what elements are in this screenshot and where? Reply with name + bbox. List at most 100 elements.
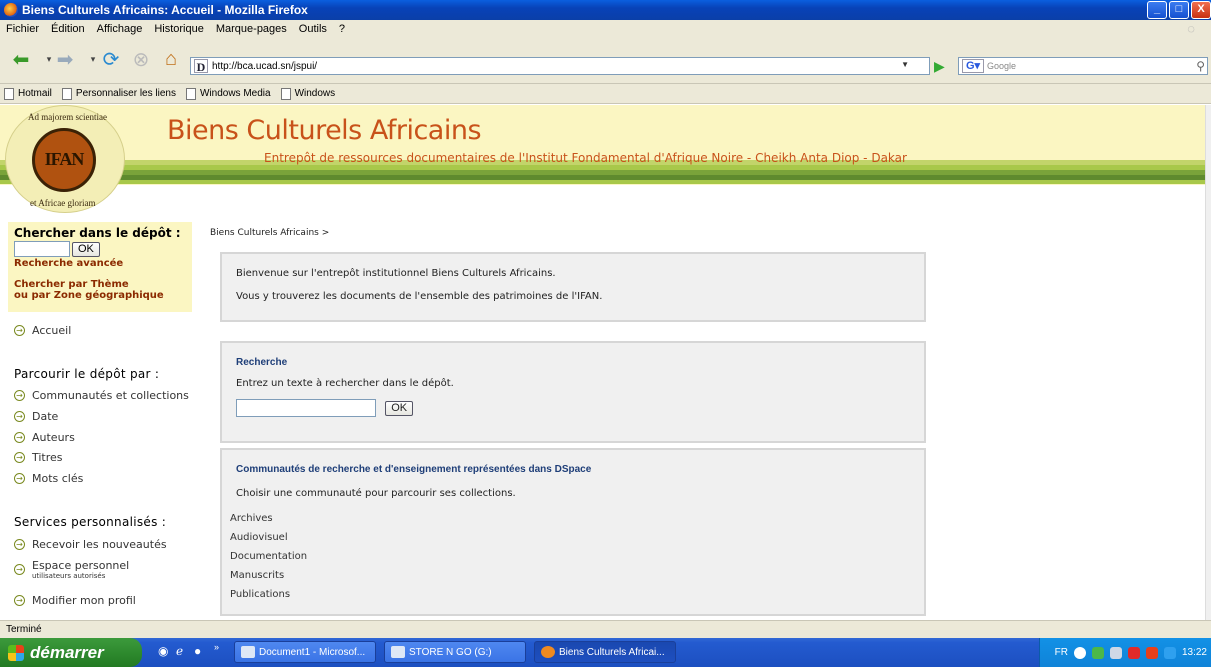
community-archives[interactable]: Archives (230, 509, 910, 528)
maximize-button[interactable]: □ (1169, 1, 1189, 19)
stop-icon[interactable]: ⊗ (128, 46, 154, 72)
windows-logo-icon (8, 644, 24, 661)
sidebar-item-label: Auteurs (32, 431, 75, 444)
google-engine-icon[interactable]: G▾ (962, 59, 984, 73)
menu-marque-pages[interactable]: Marque-pages (216, 23, 287, 35)
window-controls: _ □ X (1147, 1, 1211, 19)
sidebar-item-label: Titres (32, 451, 63, 464)
sidebar-item-profil[interactable]: → Modifier mon profil (14, 594, 136, 607)
task-document1[interactable]: Document1 - Microsof... (234, 641, 376, 663)
theme-search-line1: Chercher par Thème (14, 279, 129, 290)
quicklaunch-firefox-icon[interactable]: ● (194, 644, 201, 658)
bookmarks-bar: Hotmail Personnaliser les liens Windows … (0, 84, 1211, 104)
menu-edition[interactable]: Édition (51, 23, 85, 35)
search-placeholder: Google (987, 61, 1017, 71)
main-search-button[interactable]: OK (385, 400, 414, 416)
breadcrumb[interactable]: Biens Culturels Africains > (210, 228, 329, 238)
task-firefox[interactable]: Biens Culturels Africai... (534, 641, 676, 663)
sidebar-item-espace-personnel[interactable]: → Espace personnel utilisateurs autorisé… (14, 559, 129, 580)
tray-network-icon[interactable] (1091, 646, 1104, 659)
sidebar-item-nouveautes[interactable]: → Recevoir les nouveautés (14, 538, 167, 551)
advanced-search-link[interactable]: Recherche avancée (14, 258, 186, 269)
sidebar-item-label: Espace personnel (32, 559, 130, 572)
search-box-text: Entrez un texte à rechercher dans le dép… (236, 378, 454, 389)
arrow-circle-icon: → (14, 432, 25, 443)
main-search-input[interactable] (236, 399, 376, 417)
arrow-circle-icon: → (14, 411, 25, 422)
start-button[interactable]: démarrer (0, 638, 142, 667)
community-publications[interactable]: Publications (230, 585, 910, 604)
tray-device-icon[interactable] (1109, 646, 1122, 659)
ifan-logo[interactable]: Ad majorem scientiae IFAN et Africae glo… (5, 105, 125, 213)
sidebar-item-label: Mots clés (32, 472, 84, 485)
firefox-icon (4, 3, 18, 17)
page-icon (185, 87, 196, 100)
url-bar[interactable]: D http://bca.ucad.sn/jspui/ ▼ (190, 57, 930, 75)
sidebar-item-titres[interactable]: → Titres (14, 451, 63, 464)
sidebar-search-input[interactable] (14, 241, 70, 257)
system-tray: FR 13:22 (1039, 638, 1211, 667)
tray-volume-icon[interactable] (1163, 646, 1176, 659)
menu-affichage[interactable]: Affichage (97, 23, 143, 35)
logo-emblem: IFAN (32, 128, 96, 192)
bookmark-label: Windows (294, 88, 336, 99)
go-icon[interactable]: ▶ (934, 58, 945, 75)
arrow-circle-icon: → (14, 452, 25, 463)
url-dropdown-icon[interactable]: ▼ (901, 60, 909, 69)
tray-antivirus-icon[interactable] (1127, 646, 1140, 659)
community-documentation[interactable]: Documentation (230, 547, 910, 566)
quicklaunch-browser-icon[interactable]: ◉ (158, 644, 168, 658)
welcome-line2: Vous y trouverez les documents de l'ense… (236, 291, 603, 302)
vertical-scrollbar[interactable] (1205, 105, 1211, 620)
sidebar-item-mots-cles[interactable]: → Mots clés (14, 472, 83, 485)
sidebar-item-auteurs[interactable]: → Auteurs (14, 431, 75, 444)
language-indicator[interactable]: FR (1055, 647, 1068, 658)
search-icon[interactable]: ⚲ (1196, 59, 1205, 73)
menu-fichier[interactable]: Fichier (6, 23, 39, 35)
community-manuscrits[interactable]: Manuscrits (230, 566, 910, 585)
browse-heading-colon: : (154, 367, 160, 381)
search-box-title: Recherche (236, 357, 288, 368)
windows-taskbar: démarrer ◉ ℯ ● » Document1 - Microsof...… (0, 638, 1211, 667)
quicklaunch-ie-icon[interactable]: ℯ (176, 644, 183, 658)
sidebar-item-label: Recevoir les nouveautés (32, 538, 167, 551)
bookmark-windows-media[interactable]: Windows Media (185, 87, 271, 100)
welcome-line1: Bienvenue sur l'entrepôt institutionnel … (236, 268, 556, 279)
theme-search-link[interactable]: Chercher par Thème ou par Zone géographi… (14, 279, 186, 301)
sidebar-item-label: Communautés et collections (32, 389, 189, 402)
menu-help[interactable]: ? (339, 23, 345, 35)
minimize-button[interactable]: _ (1147, 1, 1167, 19)
arrow-circle-icon: → (14, 564, 25, 575)
site-title[interactable]: Biens Culturels Africains (167, 115, 482, 146)
bookmark-label: Windows Media (199, 88, 271, 99)
web-search-input[interactable]: G▾ Google ⚲ (958, 57, 1208, 75)
bookmark-hotmail[interactable]: Hotmail (4, 87, 52, 100)
browse-heading: Parcourir le dépôt par : (14, 367, 159, 381)
sidebar-item-date[interactable]: → Date (14, 410, 58, 423)
close-button[interactable]: X (1191, 1, 1211, 19)
status-bar: Terminé (0, 620, 1211, 638)
sidebar-item-label: Modifier mon profil (32, 594, 136, 607)
bookmark-label: Personnaliser les liens (75, 88, 176, 99)
home-icon[interactable]: ⌂ (158, 46, 184, 72)
tray-back-icon[interactable] (1073, 646, 1086, 659)
community-audiovisuel[interactable]: Audiovisuel (230, 528, 910, 547)
arrow-circle-icon: → (14, 473, 25, 484)
throbber-icon: ◌ (1187, 21, 1195, 36)
sidebar-search-button[interactable]: OK (72, 241, 100, 257)
menu-outils[interactable]: Outils (299, 23, 327, 35)
back-icon[interactable]: ⬅ (8, 46, 34, 72)
task-store-n-go[interactable]: STORE N GO (G:) (384, 641, 526, 663)
reload-icon[interactable]: ⟳ (98, 46, 124, 72)
logo-text: IFAN (44, 149, 85, 169)
logo-motto-bottom: et Africae gloriam (30, 198, 96, 208)
menu-historique[interactable]: Historique (154, 23, 204, 35)
bookmark-personnaliser[interactable]: Personnaliser les liens (61, 87, 176, 100)
quicklaunch-more-icon[interactable]: » (214, 642, 219, 652)
sidebar-item-accueil[interactable]: → Accueil (14, 324, 71, 337)
window-title: Biens Culturels Africains: Accueil - Moz… (22, 3, 308, 17)
sidebar-item-communautes[interactable]: → Communautés et collections (14, 389, 189, 402)
forward-icon[interactable]: ➡ (52, 46, 78, 72)
bookmark-windows[interactable]: Windows (280, 87, 336, 100)
tray-alert-icon[interactable] (1145, 646, 1158, 659)
